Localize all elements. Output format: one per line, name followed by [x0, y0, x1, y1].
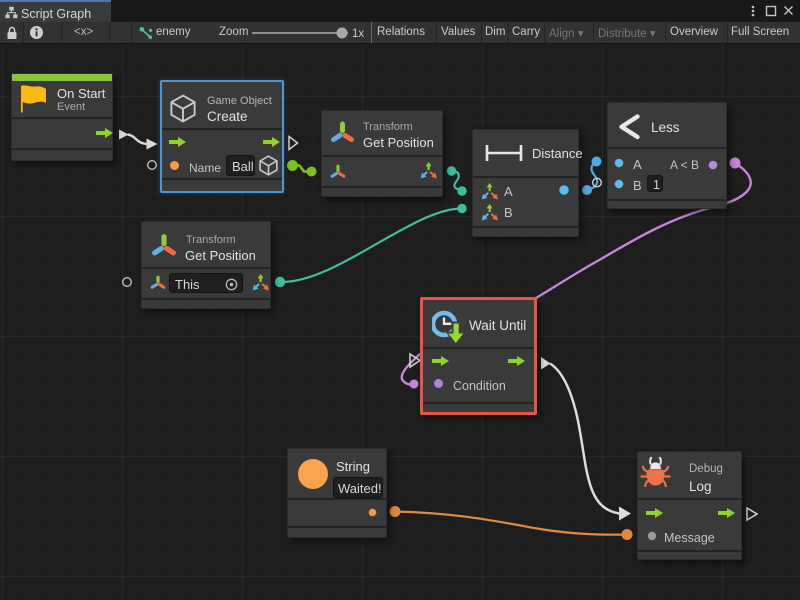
svg-text:1x: 1x [352, 28, 364, 40]
